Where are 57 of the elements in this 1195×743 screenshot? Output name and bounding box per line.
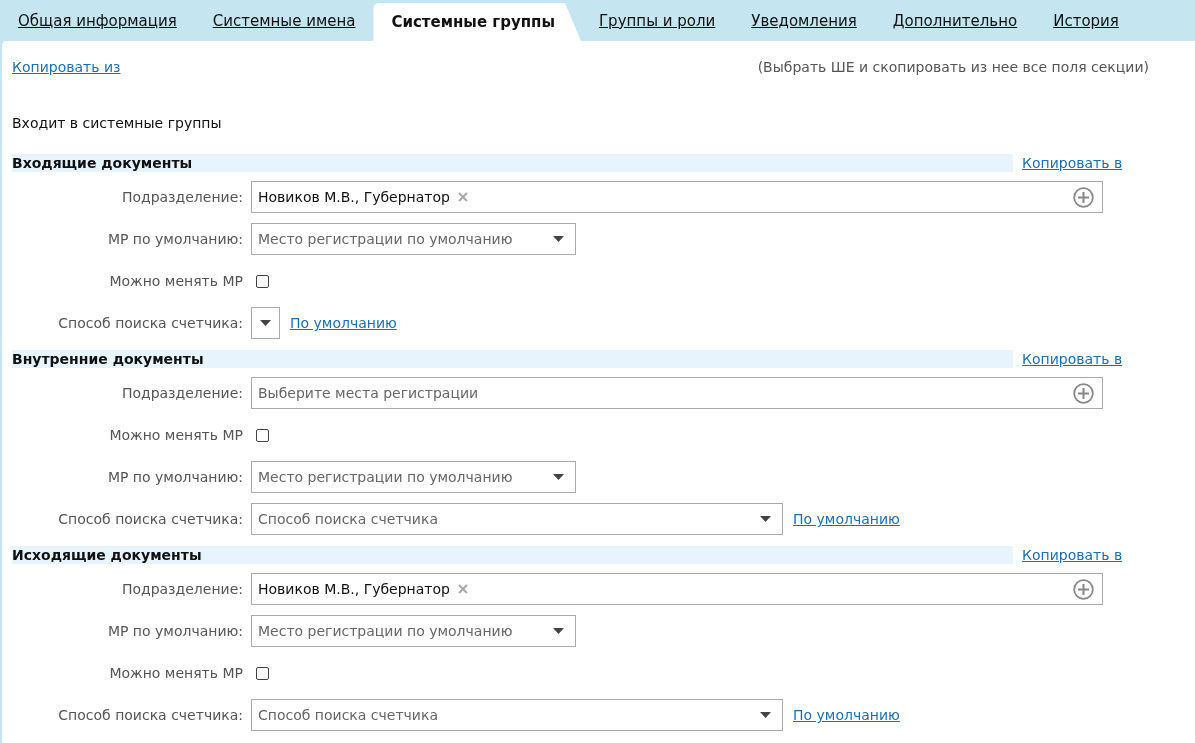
checkbox[interactable] xyxy=(256,274,269,288)
select-field[interactable]: Место регистрации по умолчанию xyxy=(251,461,576,493)
field-label: МР по умолчанию: xyxy=(106,623,244,639)
tab[interactable]: Группы и роли xyxy=(580,0,734,41)
copy-to-link[interactable]: Копировать в xyxy=(1022,547,1123,563)
field-label: Способ поиска счетчика: xyxy=(57,707,244,723)
caret-icon xyxy=(553,474,564,480)
field-label: МР по умолчанию: xyxy=(106,469,244,485)
field-label: Подразделение: xyxy=(120,581,244,597)
select-field[interactable]: Способ поиска счетчика xyxy=(251,699,783,731)
add-icon[interactable] xyxy=(1073,578,1094,600)
field-label: Можно менять МР xyxy=(108,665,244,681)
groups-title: Входит в системные группы xyxy=(12,114,223,133)
tab[interactable]: Общая информация xyxy=(0,0,195,41)
copy-to-link[interactable]: Копировать в xyxy=(1022,351,1123,367)
field-label: МР по умолчанию: xyxy=(106,231,244,247)
select-field[interactable]: Способ поиска счетчика xyxy=(251,503,783,535)
caret-icon xyxy=(260,320,271,326)
department-field[interactable]: Выберите места регистрации xyxy=(251,377,1103,409)
tab[interactable]: Дополнительно xyxy=(874,0,1036,41)
tab[interactable]: История xyxy=(1035,0,1137,41)
token-text: Новиков М.В., Губернатор xyxy=(258,581,450,597)
copy-from-link[interactable]: Копировать из xyxy=(12,59,121,99)
caret-icon xyxy=(760,516,771,522)
add-icon[interactable] xyxy=(1073,382,1094,404)
field-label: Подразделение: xyxy=(120,189,244,205)
field-label: Способ поиска счетчика: xyxy=(57,511,244,527)
caret-icon xyxy=(553,236,564,242)
department-field[interactable]: Новиков М.В., Губернатор xyxy=(251,181,1103,213)
default-link[interactable]: По умолчанию xyxy=(793,707,900,723)
tab[interactable]: Системные имена xyxy=(194,0,374,41)
select-field[interactable]: Место регистрации по умолчанию xyxy=(251,615,576,647)
placeholder: Выберите места регистрации xyxy=(258,385,479,401)
token-text: Новиков М.В., Губернатор xyxy=(258,189,450,205)
section-heading: Внутренние документы xyxy=(12,350,1013,368)
field-label: Можно менять МР xyxy=(108,427,244,443)
copy-to-link[interactable]: Копировать в xyxy=(1022,155,1123,171)
default-link[interactable]: По умолчанию xyxy=(793,511,900,527)
tab[interactable]: Уведомления xyxy=(733,0,875,41)
remove-icon[interactable] xyxy=(457,584,468,594)
copy-hint: (Выбрать ШЕ и скопировать из нее все поля секции) xyxy=(757,59,1149,77)
checkbox[interactable] xyxy=(256,666,269,680)
select-field[interactable]: Место регистрации по умолчанию xyxy=(251,223,576,255)
dropdown-button[interactable] xyxy=(251,307,280,339)
default-link[interactable]: По умолчанию xyxy=(290,315,397,331)
section-heading: Исходящие документы xyxy=(12,546,1013,564)
field-label: Способ поиска счетчика: xyxy=(57,315,244,331)
caret-icon xyxy=(553,628,564,634)
section-heading: Входящие документы xyxy=(12,154,1013,172)
department-field[interactable]: Новиков М.В., Губернатор xyxy=(251,573,1103,605)
field-label: Подразделение: xyxy=(120,385,244,401)
tab[interactable]: Системные группы xyxy=(373,3,581,41)
caret-icon xyxy=(760,712,771,718)
field-label: Можно менять МР xyxy=(108,273,244,289)
remove-icon[interactable] xyxy=(457,192,468,202)
checkbox[interactable] xyxy=(256,428,269,442)
add-icon[interactable] xyxy=(1073,186,1094,208)
